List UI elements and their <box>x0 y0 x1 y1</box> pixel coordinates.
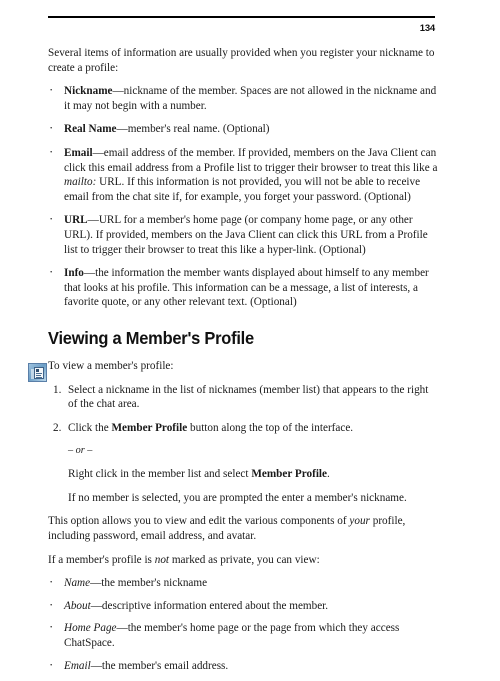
intro-paragraph: Several items of information are usually… <box>48 47 435 74</box>
list-item: Name—the member's nickname <box>48 575 440 591</box>
field-description: the member's email address. <box>101 659 229 672</box>
field-description: URL for a member's home page (or company… <box>64 214 428 256</box>
header-rule <box>48 16 435 18</box>
field-term: Real Name <box>64 123 117 136</box>
member-profile-menu-reference: Member Profile <box>251 468 328 481</box>
list-item: Home Page—the member's home page or the … <box>48 620 440 650</box>
list-item: Nickname—nickname of the member. Spaces … <box>48 83 440 113</box>
field-description: member's real name. (Optional) <box>127 123 270 136</box>
icon-text-line <box>36 377 42 378</box>
mailto-scheme-term: mailto: <box>64 176 97 189</box>
procedure-steps: Select a nickname in the list of nicknam… <box>48 383 440 436</box>
field-description: the information the member wants display… <box>64 267 429 309</box>
em-dash: — <box>92 146 104 159</box>
step-text-part1: Click the <box>68 421 112 434</box>
step-text-part2: button along the top of the interface. <box>187 421 354 434</box>
icon-avatar-head <box>36 369 39 372</box>
profile-fields-list: Nickname—nickname of the member. Spaces … <box>48 83 440 310</box>
em-dash: — <box>90 577 102 590</box>
icon-profile-card <box>34 367 44 379</box>
field-term: Home Page <box>64 622 117 635</box>
field-term: Email <box>64 659 91 672</box>
list-item: URL—URL for a member's home page (or com… <box>48 212 440 257</box>
em-dash: — <box>116 123 128 136</box>
field-term: Info <box>64 267 84 280</box>
step-text: Select a nickname in the list of nicknam… <box>68 383 429 411</box>
field-description-part1: email address of the member. If provided… <box>64 146 438 174</box>
your-emphasis: your <box>349 515 370 528</box>
not-emphasis: not <box>154 553 170 566</box>
alternative-separator: – or – <box>68 445 93 457</box>
alternative-text-part2: . <box>327 468 330 481</box>
list-item: About—descriptive information entered ab… <box>48 598 440 614</box>
member-profile-button-reference: Member Profile <box>111 421 188 434</box>
list-item: Select a nickname in the list of nicknam… <box>48 383 440 412</box>
list-item: Info—the information the member wants di… <box>48 265 440 310</box>
page-number: 134 <box>419 22 435 34</box>
alternative-step: Right click in the member list and selec… <box>48 467 440 482</box>
lead-in-part2: marked as private, you can view: <box>169 553 320 566</box>
field-term: About <box>64 599 91 612</box>
list-item: Email—email address of the member. If pr… <box>48 145 440 204</box>
viewable-fields-list: Name—the member's nickname About—descrip… <box>48 575 440 674</box>
running-head: 134 <box>48 16 435 34</box>
em-dash: — <box>90 599 102 612</box>
alternative-text-part1: Right click in the member list and selec… <box>68 468 252 481</box>
icon-text-line <box>36 375 41 376</box>
field-term: Nickname <box>64 85 113 98</box>
page-body: Several items of information are usually… <box>48 46 440 681</box>
member-profile-toolbar-icon <box>28 363 47 382</box>
em-dash: — <box>112 85 124 98</box>
viewable-lead-in: If a member's profile is not marked as p… <box>48 553 440 568</box>
em-dash: — <box>90 659 102 672</box>
em-dash: — <box>87 214 99 227</box>
section-lead-in: To view a member's profile: <box>48 359 174 372</box>
closing-part1: This option allows you to view and edit … <box>48 515 350 528</box>
field-term: Name <box>64 577 91 590</box>
document-page: 134 Several items of information are usu… <box>0 0 500 672</box>
list-item: Email—the member's email address. <box>48 658 440 674</box>
field-description: the member's nickname <box>101 577 208 590</box>
field-term: URL <box>64 214 88 227</box>
field-description-part2: URL. If this information is not provided… <box>64 176 421 203</box>
lead-in-part1: If a member's profile is <box>48 553 155 566</box>
field-term: Email <box>64 146 93 159</box>
em-dash: — <box>83 267 96 280</box>
field-description: descriptive information entered about th… <box>101 599 329 612</box>
icon-text-line <box>36 373 42 374</box>
section-heading: Viewing a Member's Profile <box>48 327 254 348</box>
list-item: Click the Member Profile button along th… <box>48 421 440 436</box>
alternative-note: If no member is selected, you are prompt… <box>68 491 407 504</box>
em-dash: — <box>116 622 128 635</box>
closing-paragraph: This option allows you to view and edit … <box>48 514 440 543</box>
list-item: Real Name—member's real name. (Optional) <box>48 121 440 137</box>
